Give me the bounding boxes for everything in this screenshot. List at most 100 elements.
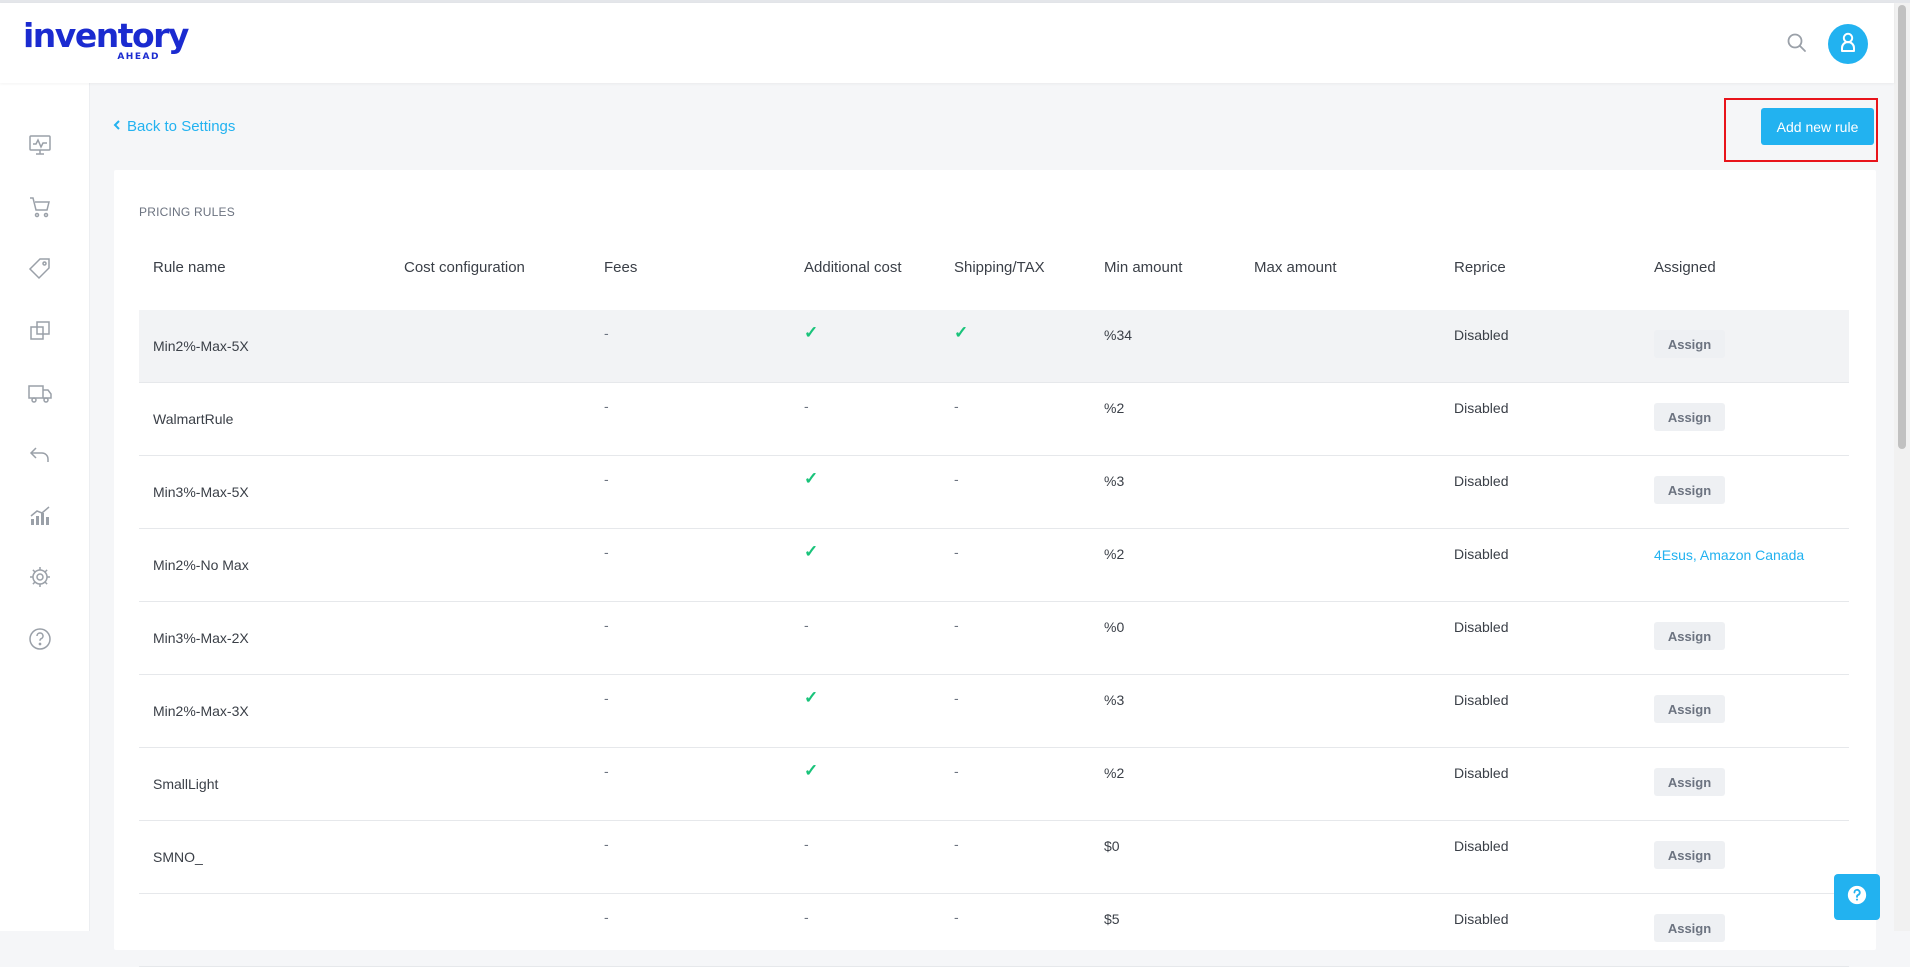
- analytics-icon[interactable]: [24, 500, 56, 532]
- column-header-min-amount[interactable]: Min amount: [1104, 260, 1182, 276]
- reprice-status-cell: Disabled: [1454, 838, 1509, 854]
- assign-button[interactable]: Assign: [1654, 330, 1725, 358]
- shipping-tax-cell: -: [954, 763, 959, 779]
- rule-name-cell: Min3%-Max-2X: [153, 630, 249, 646]
- logo-wordmark: inventory: [23, 16, 189, 55]
- fees-cell: -: [604, 909, 609, 925]
- shipping-tax-cell: -: [954, 617, 959, 633]
- cart-icon[interactable]: [24, 191, 56, 223]
- additional-cost-cell: -: [804, 836, 809, 852]
- assign-button[interactable]: Assign: [1654, 841, 1725, 869]
- top-header: inventory AHEAD: [0, 3, 1894, 83]
- section-title: PRICING RULES: [139, 205, 235, 219]
- table-row[interactable]: SMNO_ - - - $0 Disabled Assign: [139, 821, 1849, 894]
- shipping-tax-cell: -: [954, 836, 959, 852]
- back-to-settings-link[interactable]: Back to Settings: [113, 118, 235, 135]
- rule-name-cell: Min2%-Max-5X: [153, 338, 249, 354]
- table-header: Rule name Cost configuration Fees Additi…: [139, 260, 1849, 310]
- reprice-status-cell: Disabled: [1454, 473, 1509, 489]
- add-new-rule-button[interactable]: Add new rule: [1761, 108, 1874, 145]
- column-header-cost-configuration[interactable]: Cost configuration: [404, 260, 525, 276]
- return-arrow-icon[interactable]: [24, 439, 56, 471]
- fees-cell: -: [604, 836, 609, 852]
- fees-cell: -: [604, 690, 609, 706]
- page-scrollbar[interactable]: [1894, 3, 1910, 931]
- additional-cost-check-icon: ✓: [804, 761, 819, 780]
- column-header-max-amount[interactable]: Max amount: [1254, 260, 1337, 276]
- table-row[interactable]: Min2%-Max-3X - ✓ - %3 Disabled Assign: [139, 675, 1849, 748]
- gear-icon[interactable]: [24, 561, 56, 593]
- shipping-tax-cell: -: [954, 471, 959, 487]
- table-row[interactable]: Min2%-No Max - ✓ - %2 Disabled 4Esus, Amazon C…: [139, 529, 1849, 602]
- table-body: Min2%-Max-5X - ✓ ✓ %34 Disabled Assign WalmartR…: [139, 310, 1849, 967]
- table-row[interactable]: Min3%-Max-5X - ✓ - %3 Disabled Assign: [139, 456, 1849, 529]
- back-link-label: Back to Settings: [127, 118, 236, 135]
- fees-cell: -: [604, 763, 609, 779]
- fees-cell: -: [604, 398, 609, 414]
- reprice-status-cell: Disabled: [1454, 327, 1509, 343]
- additional-cost-check-icon: ✓: [804, 542, 819, 561]
- assigned-channels-link[interactable]: 4Esus, Amazon Canada: [1654, 547, 1804, 563]
- table-row[interactable]: Min3%-Max-2X - - - %0 Disabled Assign: [139, 602, 1849, 675]
- rule-name-cell: SMNO_: [153, 849, 203, 865]
- min-amount-cell: %3: [1104, 692, 1125, 708]
- table-row[interactable]: WalmartRule - - - %2 Disabled Assign: [139, 383, 1849, 456]
- shipping-tax-cell: -: [954, 544, 959, 560]
- column-header-additional-cost[interactable]: Additional cost: [804, 260, 902, 276]
- assign-button[interactable]: Assign: [1654, 476, 1725, 504]
- additional-cost-cell: -: [804, 909, 809, 925]
- additional-cost-check-icon: ✓: [804, 323, 819, 342]
- assign-button[interactable]: Assign: [1654, 914, 1725, 942]
- column-header-fees[interactable]: Fees: [604, 260, 637, 276]
- assign-button[interactable]: Assign: [1654, 622, 1725, 650]
- scrollbar-thumb[interactable]: [1898, 5, 1906, 449]
- min-amount-cell: %2: [1104, 765, 1125, 781]
- reprice-status-cell: Disabled: [1454, 619, 1509, 635]
- rule-name-cell: Min3%-Max-5X: [153, 484, 249, 500]
- assign-button[interactable]: Assign: [1654, 768, 1725, 796]
- min-amount-cell: %34: [1104, 327, 1133, 343]
- reprice-status-cell: Disabled: [1454, 400, 1509, 416]
- help-chat-button[interactable]: [1834, 874, 1880, 920]
- assign-button[interactable]: Assign: [1654, 695, 1725, 723]
- app-logo[interactable]: inventory AHEAD: [23, 16, 189, 62]
- additional-cost-cell: -: [804, 398, 809, 414]
- fees-cell: -: [604, 544, 609, 560]
- table-row[interactable]: Min2%-Max-5X - ✓ ✓ %34 Disabled Assign: [139, 310, 1849, 383]
- user-icon: [1838, 31, 1858, 58]
- shipping-tax-cell: -: [954, 909, 959, 925]
- column-header-reprice[interactable]: Reprice: [1454, 260, 1506, 276]
- min-amount-cell: %3: [1104, 473, 1125, 489]
- reprice-status-cell: Disabled: [1454, 911, 1509, 927]
- pricing-rules-card: PRICING RULES Rule name Cost configurati…: [114, 170, 1876, 967]
- copy-icon[interactable]: [24, 315, 56, 347]
- pricing-rules-table: Rule name Cost configuration Fees Additi…: [139, 260, 1849, 967]
- question-icon: [1846, 884, 1868, 911]
- help-icon[interactable]: [24, 623, 56, 655]
- tag-icon[interactable]: [24, 253, 56, 285]
- search-icon[interactable]: [1785, 31, 1809, 55]
- user-avatar[interactable]: [1828, 24, 1868, 64]
- column-header-rule-name[interactable]: Rule name: [153, 260, 226, 276]
- truck-icon[interactable]: [24, 377, 56, 409]
- additional-cost-check-icon: ✓: [804, 469, 819, 488]
- min-amount-cell: %2: [1104, 400, 1125, 416]
- reprice-status-cell: Disabled: [1454, 692, 1509, 708]
- column-header-assigned[interactable]: Assigned: [1654, 260, 1716, 276]
- min-amount-cell: $0: [1104, 838, 1120, 854]
- table-row[interactable]: SmallLight - ✓ - %2 Disabled Assign: [139, 748, 1849, 821]
- column-header-shipping-tax[interactable]: Shipping/TAX: [954, 260, 1045, 276]
- additional-cost-check-icon: ✓: [804, 688, 819, 707]
- rule-name-cell: Min2%-Max-3X: [153, 703, 249, 719]
- rule-name-cell: WalmartRule: [153, 411, 234, 427]
- min-amount-cell: $5: [1104, 911, 1120, 927]
- shipping-tax-cell: -: [954, 398, 959, 414]
- min-amount-cell: %2: [1104, 546, 1125, 562]
- assign-button[interactable]: Assign: [1654, 403, 1725, 431]
- fees-cell: -: [604, 617, 609, 633]
- fees-cell: -: [604, 471, 609, 487]
- shipping-tax-check-icon: ✓: [954, 323, 969, 342]
- rule-name-cell: SmallLight: [153, 776, 219, 792]
- reprice-status-cell: Disabled: [1454, 546, 1509, 562]
- dashboard-monitor-icon[interactable]: [24, 129, 56, 161]
